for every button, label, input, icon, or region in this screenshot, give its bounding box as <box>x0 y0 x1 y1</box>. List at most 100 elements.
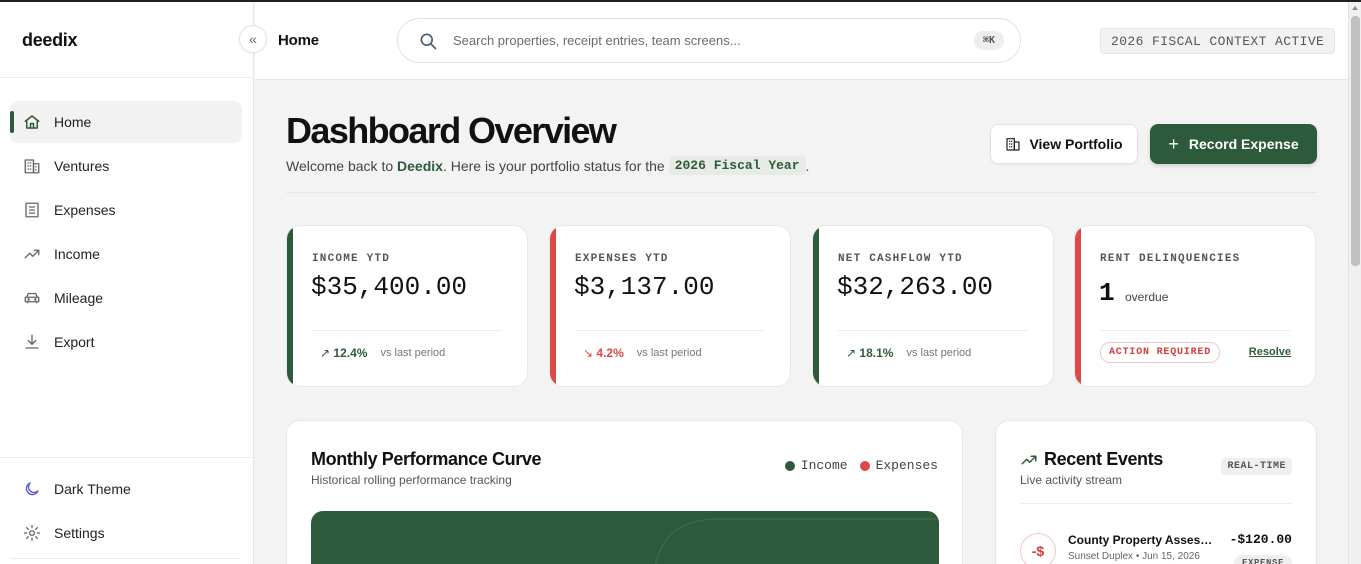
sidebar-item-label: Expenses <box>54 202 116 218</box>
expenses-ytd-card: EXPENSES YTD $3,137.00 ↘ 4.2% vs last pe… <box>549 225 791 387</box>
performance-card: Monthly Performance Curve Historical rol… <box>286 420 963 564</box>
action-required-badge: ACTION REQUIRED <box>1100 342 1221 363</box>
events-title: Recent Events <box>1020 449 1163 470</box>
search-shortcut: ⌘K <box>973 31 1004 50</box>
stat-label: NET CASHFLOW YTD <box>838 253 963 265</box>
accent-bar <box>1075 226 1081 386</box>
accent-bar <box>550 226 556 386</box>
sidebar-divider <box>10 558 240 559</box>
subtitle-mid: . Here is your portfolio status for the <box>442 157 665 174</box>
search-icon <box>418 31 438 51</box>
sidebar-item-mileage[interactable]: Mileage <box>10 277 242 319</box>
scroll-thumb[interactable] <box>1351 16 1360 266</box>
building-icon <box>23 157 41 175</box>
trending-up-icon <box>23 245 41 263</box>
page-title: Home <box>278 32 319 49</box>
record-expense-button[interactable]: + Record Expense <box>1150 124 1317 164</box>
section-divider <box>286 192 1317 193</box>
stat-divider <box>1100 330 1290 331</box>
sidebar-item-label: Ventures <box>54 158 110 174</box>
legend-expenses[interactable]: Expenses <box>859 458 938 473</box>
download-icon <box>23 333 41 351</box>
settings-label: Settings <box>54 525 105 541</box>
net-cashflow-card: NET CASHFLOW YTD $32,263.00 ↗ 18.1% vs l… <box>812 225 1054 387</box>
stat-trend: ↘ 4.2% vs last period <box>583 346 702 360</box>
recent-events-card: Recent Events Live activity stream REAL-… <box>995 420 1317 564</box>
trend-caption: vs last period <box>906 347 972 359</box>
stat-label: RENT DELINQUENCIES <box>1100 253 1241 265</box>
legend-label: Income <box>800 458 848 473</box>
trend-caption: vs last period <box>636 347 702 359</box>
sidebar: deedix Home Ventures Expenses Income Mil… <box>0 2 254 564</box>
sidebar-item-home[interactable]: Home <box>10 101 242 143</box>
sidebar-item-label: Mileage <box>54 290 104 306</box>
stat-value: $3,137.00 <box>574 272 715 302</box>
dark-theme-toggle[interactable]: Dark Theme <box>10 468 242 510</box>
trend-caption: vs last period <box>380 347 446 359</box>
page-scrollbar[interactable] <box>1348 2 1361 564</box>
stat-value: $35,400.00 <box>311 272 468 302</box>
legend-label: Expenses <box>875 458 938 473</box>
stat-label: INCOME YTD <box>312 253 391 265</box>
income-ytd-card: INCOME YTD $35,400.00 ↗ 12.4% vs last pe… <box>286 225 528 387</box>
stat-label: EXPENSES YTD <box>575 253 669 265</box>
top-header: Home Search properties, receipt entries,… <box>255 2 1348 80</box>
events-title-text: Recent Events <box>1044 449 1163 469</box>
delinquency-count: 1 <box>1099 278 1115 308</box>
sidebar-item-income[interactable]: Income <box>10 233 242 275</box>
accent-bar <box>813 226 819 386</box>
sidebar-divider <box>0 457 254 458</box>
view-portfolio-label: View Portfolio <box>1029 136 1123 152</box>
search-bar[interactable]: Search properties, receipt entries, team… <box>397 18 1021 63</box>
fiscal-year-code: 2026 Fiscal Year <box>668 156 806 175</box>
realtime-badge: REAL-TIME <box>1221 458 1292 475</box>
stat-divider <box>575 330 765 331</box>
subtitle-brand: Deedix <box>397 157 443 174</box>
sidebar-item-export[interactable]: Export <box>10 321 242 363</box>
event-name: County Property Assessment <box>1068 533 1218 547</box>
sidebar-nav: Home Ventures Expenses Income Mileage Ex… <box>10 101 242 365</box>
sidebar-item-label: Home <box>54 114 92 130</box>
sidebar-item-settings[interactable]: Settings <box>10 512 242 554</box>
event-item[interactable]: -$ County Property Assessment Sunset Dup… <box>1020 529 1292 564</box>
sidebar-divider <box>0 77 254 78</box>
subtitle-end: . <box>805 157 810 174</box>
trend-up-icon: ↗ <box>846 346 857 360</box>
performance-title: Monthly Performance Curve <box>311 449 542 469</box>
sidebar-item-expenses[interactable]: Expenses <box>10 189 242 231</box>
event-meta: Sunset Duplex • Jun 15, 2026 <box>1068 551 1200 562</box>
scroll-up-arrow[interactable] <box>1352 6 1358 10</box>
legend-income[interactable]: Income <box>784 458 848 473</box>
sidebar-item-label: Export <box>54 334 95 350</box>
dark-theme-label: Dark Theme <box>54 481 131 497</box>
event-amount: -$120.00 <box>1229 532 1292 547</box>
trend-percent: 12.4% <box>333 346 368 360</box>
view-portfolio-button[interactable]: View Portfolio <box>990 124 1138 164</box>
resolve-link[interactable]: Resolve <box>1249 346 1291 358</box>
home-icon <box>23 113 41 131</box>
app-logo[interactable]: deedix <box>22 30 78 51</box>
legend-dot <box>784 460 795 471</box>
moon-icon <box>23 480 41 498</box>
stat-value: $32,263.00 <box>837 272 994 302</box>
chart-legend: Income Expenses <box>773 458 938 473</box>
dashboard-title: Dashboard Overview <box>286 110 617 151</box>
building-icon <box>1005 136 1021 152</box>
events-subtitle: Live activity stream <box>1020 473 1123 487</box>
receipt-icon <box>23 201 41 219</box>
stat-divider <box>312 330 502 331</box>
stat-divider <box>838 330 1028 331</box>
stat-trend: ↗ 18.1% vs last period <box>846 346 971 360</box>
delinquency-caption: overdue <box>1125 290 1169 304</box>
trend-down-icon: ↘ <box>583 346 594 360</box>
sidebar-item-label: Income <box>54 246 100 262</box>
chart-decor <box>654 518 939 564</box>
expense-icon: -$ <box>1020 533 1056 564</box>
performance-chart[interactable] <box>311 511 939 564</box>
sidebar-collapse-button[interactable]: « <box>239 25 267 53</box>
car-icon <box>23 289 41 307</box>
events-divider <box>1020 503 1292 504</box>
gear-icon <box>23 524 41 542</box>
sidebar-item-ventures[interactable]: Ventures <box>10 145 242 187</box>
search-input[interactable]: Search properties, receipt entries, team… <box>453 33 974 48</box>
